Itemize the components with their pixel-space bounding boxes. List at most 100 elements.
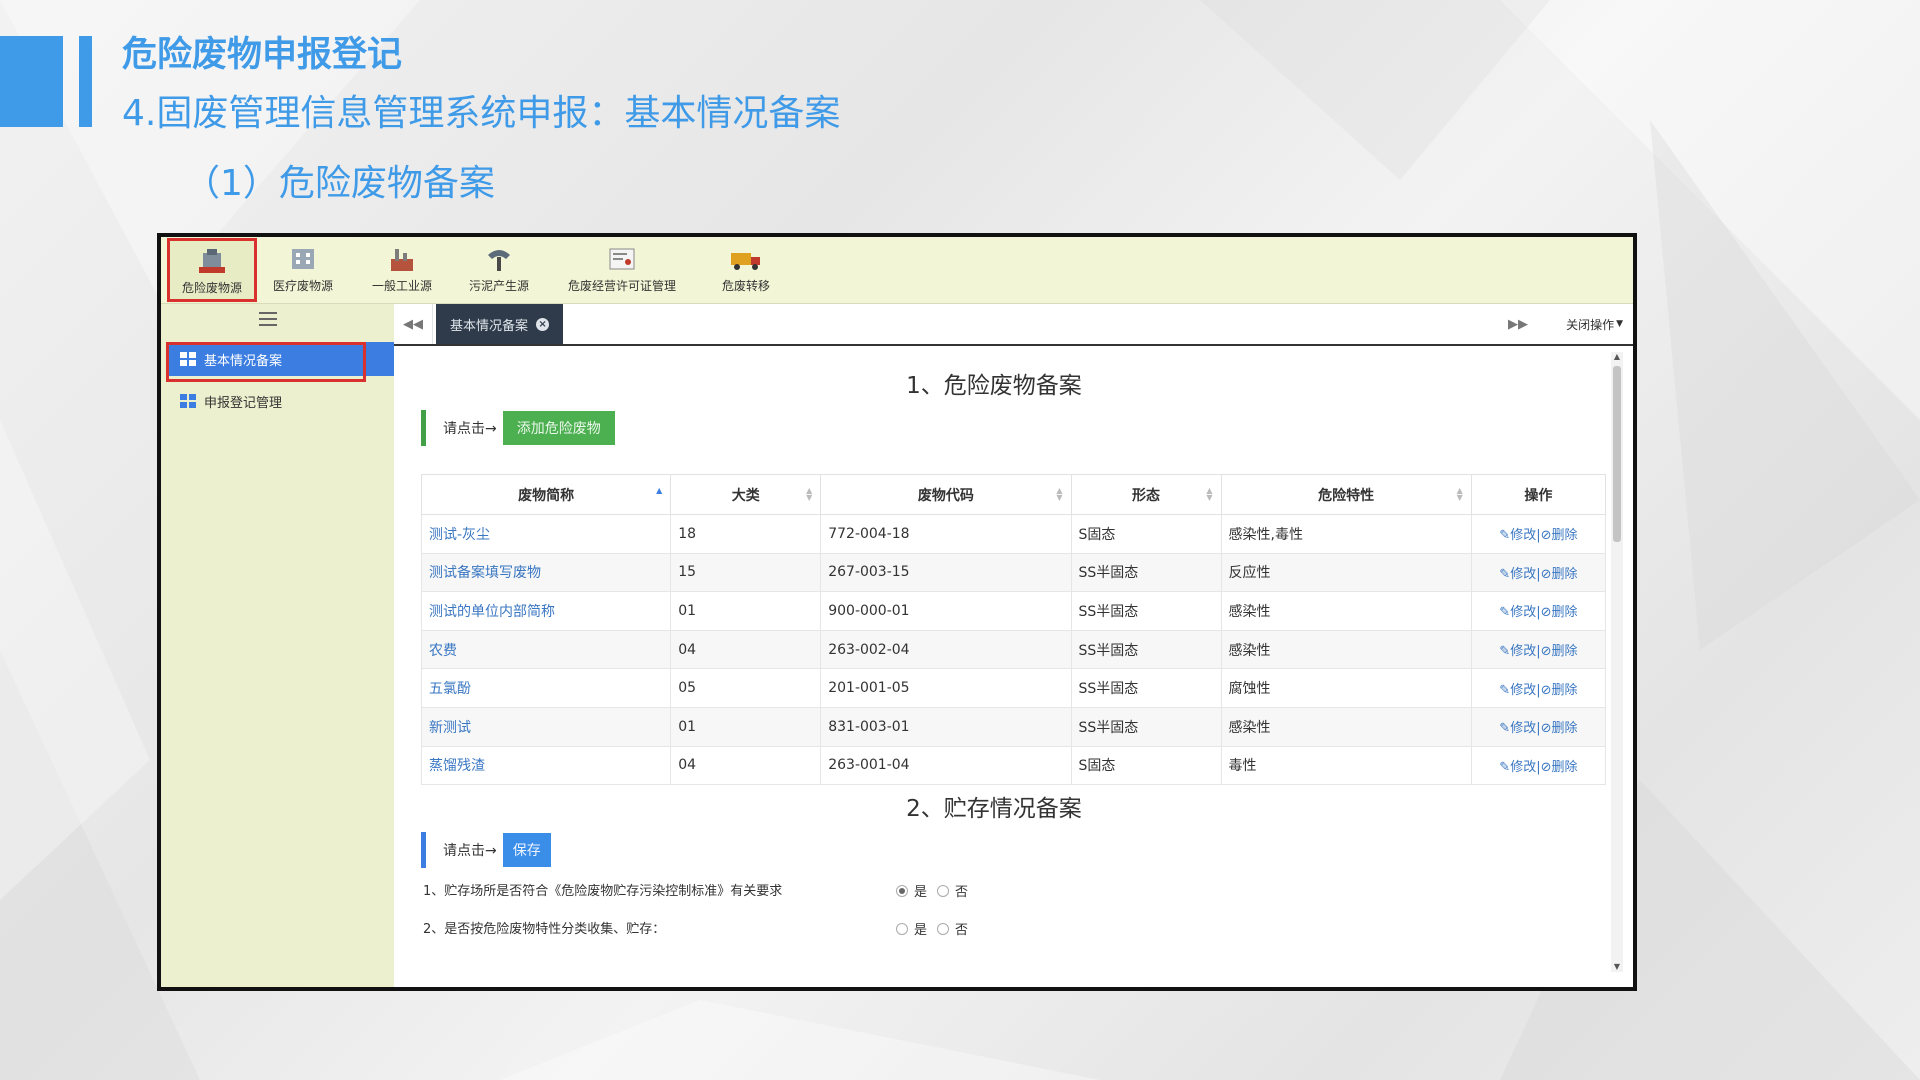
- radio-yes[interactable]: [896, 884, 908, 897]
- radio-label: 是: [914, 885, 928, 900]
- industrial-icon: [391, 249, 413, 271]
- nav-label: 危废经营许可证管理: [567, 279, 676, 293]
- delete-icon[interactable]: ⊘: [1541, 721, 1552, 736]
- delete-link[interactable]: 删除: [1552, 721, 1578, 736]
- sludge-icon: [488, 250, 510, 271]
- waste-name-link[interactable]: 测试-灰尘: [420, 514, 672, 554]
- hazardous-waste-table: 废物简称 ▲ 大类 ▲ ▼ 废物代码 ▲ ▼ 形态 ▲ ▼ 危险特性 ▲ ▼ 操作 测试-灰尘 18…: [420, 474, 1607, 786]
- nav-sludge-source[interactable]: 污泥产生源: [461, 239, 537, 297]
- delete-link[interactable]: 删除: [1552, 644, 1578, 659]
- close-operations-label: 关闭操作: [1566, 317, 1615, 332]
- row-actions: ✎修改|⊘删除: [1470, 552, 1607, 593]
- edit-icon[interactable]: ✎: [1499, 567, 1510, 582]
- tab-scroll-left-icon[interactable]: ◀◀: [394, 304, 433, 344]
- nav-hazardous-waste[interactable]: 危险废物源: [167, 238, 257, 302]
- nav-industrial-source[interactable]: 一般工业源: [364, 239, 440, 297]
- sidebar-item-basic-filing[interactable]: 基本情况备案: [166, 342, 394, 376]
- edit-link[interactable]: 修改: [1510, 721, 1536, 736]
- waste-name-link[interactable]: 新测试: [420, 706, 672, 747]
- hazard-cell: 反应性: [1220, 552, 1472, 593]
- delete-link[interactable]: 删除: [1552, 567, 1578, 582]
- scroll-up-icon[interactable]: ▲: [1611, 352, 1623, 362]
- row-actions: ✎修改|⊘删除: [1470, 591, 1607, 631]
- edit-link[interactable]: 修改: [1510, 528, 1536, 543]
- waste-name-link[interactable]: 蒸馏残渣: [420, 745, 672, 786]
- license-icon: [609, 248, 635, 270]
- delete-icon[interactable]: ⊘: [1541, 644, 1552, 659]
- category-cell: 15: [670, 552, 822, 593]
- transfer-truck-icon: [731, 253, 760, 270]
- sidebar-toggle-icon[interactable]: [259, 312, 277, 328]
- tab-basic-filing[interactable]: 基本情况备案 ×: [436, 304, 564, 344]
- delete-icon[interactable]: ⊘: [1541, 760, 1552, 775]
- form-cell: SS半固态: [1070, 552, 1222, 593]
- nav-waste-transfer[interactable]: 危废转移: [711, 239, 781, 297]
- category-cell: 04: [670, 629, 822, 670]
- vertical-scrollbar[interactable]: ▲ ▼: [1611, 352, 1623, 972]
- category-cell: 18: [670, 514, 822, 554]
- table-row: 测试备案填写废物 15 267-003-15 SS半固态 反应性 ✎修改|⊘删除: [420, 552, 1607, 593]
- edit-link[interactable]: 修改: [1510, 683, 1536, 698]
- hazard-cell: 感染性: [1220, 629, 1472, 670]
- title-accent-bar: [79, 36, 92, 127]
- radio-no[interactable]: [937, 922, 950, 935]
- column-header[interactable]: 大类 ▲ ▼: [670, 474, 822, 515]
- add-hazardous-waste-button[interactable]: 添加危险废物: [502, 411, 615, 445]
- nav-medical-waste[interactable]: 医疗废物源: [265, 239, 341, 297]
- edit-icon[interactable]: ✎: [1499, 721, 1510, 736]
- sort-icon: ▲ ▼: [1206, 486, 1213, 502]
- row-actions: ✎修改|⊘删除: [1470, 668, 1607, 708]
- column-header[interactable]: 形态 ▲ ▼: [1070, 474, 1222, 515]
- title-accent-block: [0, 36, 63, 127]
- table-row: 测试-灰尘 18 772-004-18 S固态 感染性,毒性 ✎修改|⊘删除: [420, 514, 1607, 554]
- edit-icon[interactable]: ✎: [1499, 605, 1510, 620]
- form-cell: SS半固态: [1070, 668, 1222, 708]
- close-operations-dropdown[interactable]: 关闭操作 ▼: [1566, 304, 1623, 344]
- sidebar-item-label: 基本情况备案: [204, 353, 283, 369]
- sidebar-item-declaration-management[interactable]: 申报登记管理: [166, 384, 394, 418]
- waste-name-link[interactable]: 测试的单位内部简称: [420, 591, 672, 631]
- radio-no[interactable]: [937, 884, 950, 897]
- edit-link[interactable]: 修改: [1510, 605, 1536, 620]
- column-header[interactable]: 废物代码 ▲ ▼: [820, 474, 1072, 515]
- column-header[interactable]: 废物简称 ▲: [420, 474, 672, 515]
- tab-label: 基本情况备案: [450, 318, 529, 334]
- delete-icon[interactable]: ⊘: [1541, 567, 1552, 582]
- edit-icon[interactable]: ✎: [1499, 528, 1510, 543]
- delete-link[interactable]: 删除: [1552, 605, 1578, 620]
- prompt-label: 请点击→: [443, 421, 497, 437]
- delete-icon[interactable]: ⊘: [1541, 605, 1552, 620]
- waste-name-link[interactable]: 五氯酚: [420, 668, 672, 708]
- scroll-thumb[interactable]: [1613, 366, 1621, 542]
- scroll-down-icon[interactable]: ▼: [1611, 962, 1623, 972]
- sort-icon: ▲ ▼: [806, 486, 813, 502]
- save-button[interactable]: 保存: [502, 833, 551, 867]
- waste-name-link[interactable]: 农费: [420, 629, 672, 670]
- nav-license-management[interactable]: 危废经营许可证管理: [559, 239, 685, 297]
- sidebar: 基本情况备案 申报登记管理: [161, 304, 394, 987]
- delete-icon[interactable]: ⊘: [1541, 528, 1552, 543]
- question-1-text: 1、贮存场所是否符合《危险废物贮存污染控制标准》有关要求: [423, 884, 783, 899]
- delete-link[interactable]: 删除: [1552, 528, 1578, 543]
- edit-icon[interactable]: ✎: [1499, 760, 1510, 775]
- edit-link[interactable]: 修改: [1510, 760, 1536, 775]
- form-cell: SS半固态: [1070, 591, 1222, 631]
- edit-link[interactable]: 修改: [1510, 644, 1536, 659]
- delete-link[interactable]: 删除: [1552, 760, 1578, 775]
- waste-name-link[interactable]: 测试备案填写废物: [420, 552, 672, 593]
- slide-section-heading: （1）危险废物备案: [184, 163, 495, 204]
- column-header[interactable]: 危险特性 ▲ ▼: [1220, 474, 1472, 515]
- hazard-cell: 毒性: [1220, 745, 1472, 786]
- close-icon[interactable]: ×: [536, 317, 550, 331]
- delete-link[interactable]: 删除: [1552, 683, 1578, 698]
- radio-yes[interactable]: [896, 922, 908, 935]
- grid-icon: [180, 352, 196, 366]
- delete-icon[interactable]: ⊘: [1541, 683, 1552, 698]
- tab-scroll-right-icon[interactable]: ▶▶: [1503, 304, 1533, 344]
- row-actions: ✎修改|⊘删除: [1470, 514, 1607, 554]
- hazard-cell: 感染性: [1220, 706, 1472, 747]
- edit-icon[interactable]: ✎: [1499, 644, 1510, 659]
- form-cell: SS半固态: [1070, 629, 1222, 670]
- edit-link[interactable]: 修改: [1510, 567, 1536, 582]
- edit-icon[interactable]: ✎: [1499, 683, 1510, 698]
